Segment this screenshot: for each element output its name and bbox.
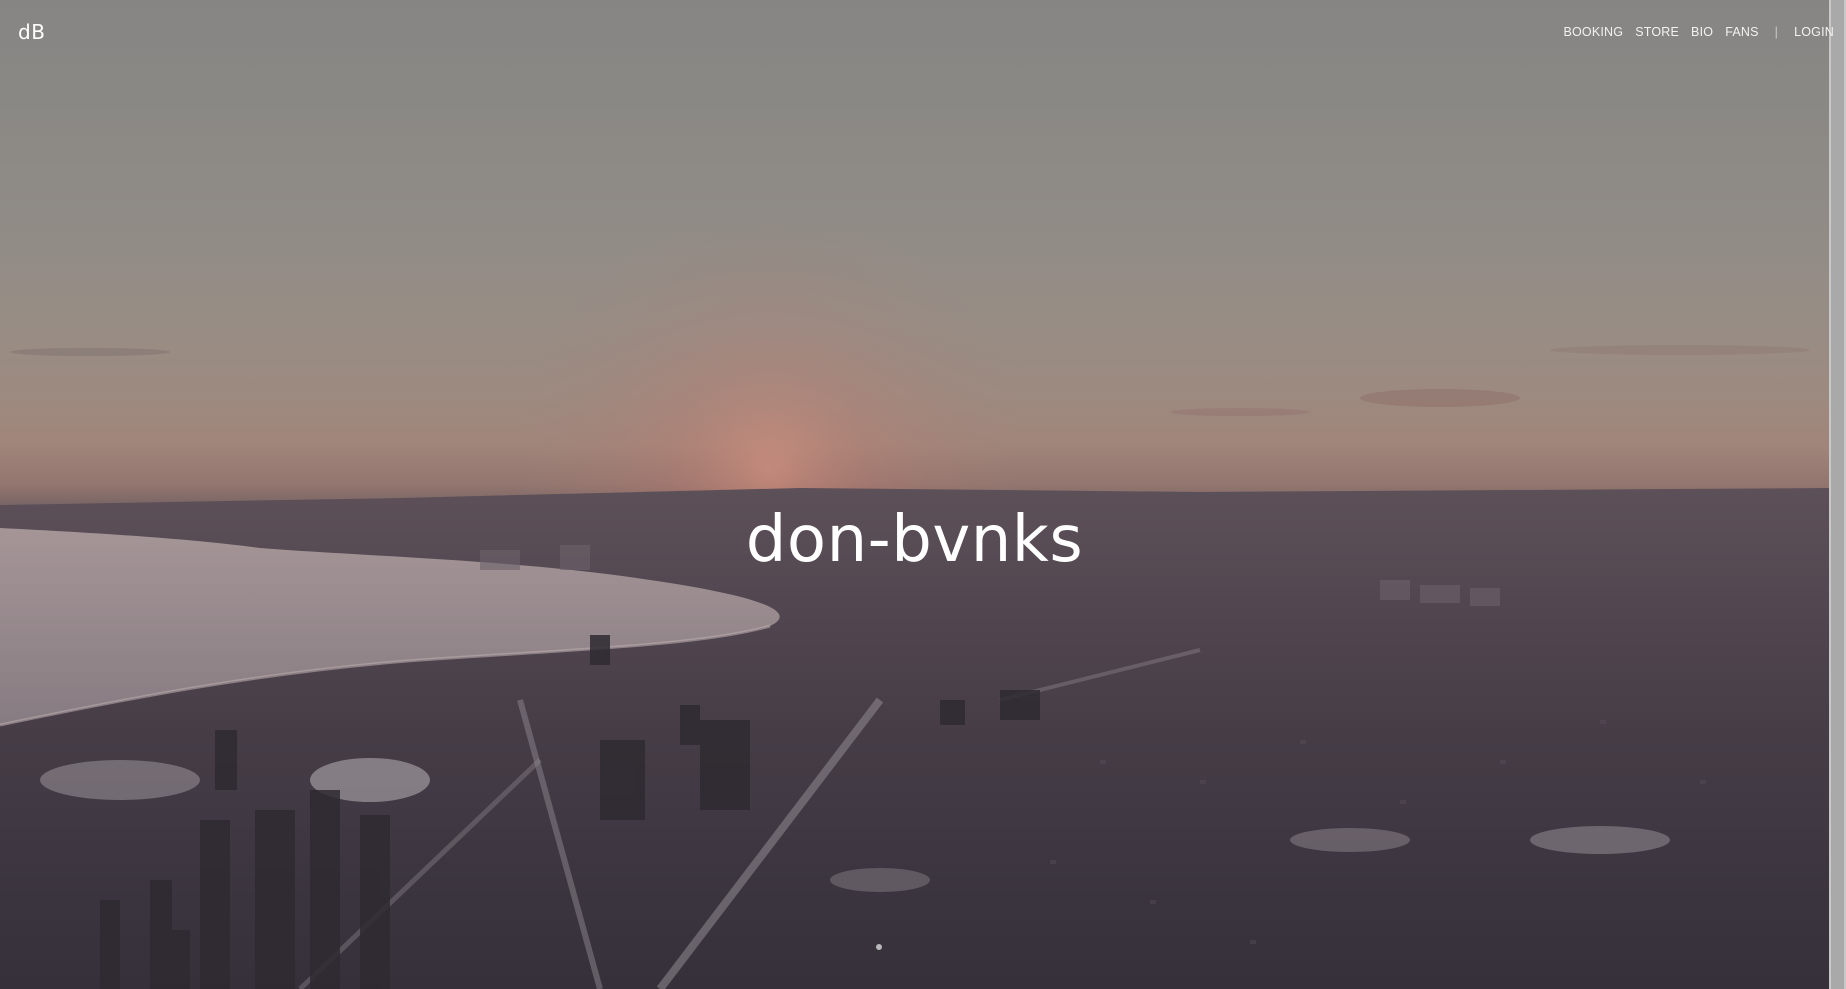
nav-store-link[interactable]: STORE xyxy=(1635,25,1679,39)
main-navigation: BOOKING STORE BIO FANS | LOGIN xyxy=(1563,25,1834,39)
site-logo[interactable]: dB xyxy=(18,20,45,44)
nav-separator: | xyxy=(1774,25,1779,39)
hero-title: don-bvnks xyxy=(745,502,1084,577)
page: dB BOOKING STORE BIO FANS | LOGIN don-bv… xyxy=(0,0,1846,989)
nav-login-link[interactable]: LOGIN xyxy=(1794,25,1834,39)
scrollbar-thumb[interactable] xyxy=(1831,0,1844,989)
hero-background-image xyxy=(0,0,1829,989)
nav-booking-link[interactable]: BOOKING xyxy=(1563,25,1623,39)
city-scene xyxy=(0,200,1829,989)
nav-bio-link[interactable]: BIO xyxy=(1691,25,1713,39)
nav-fans-link[interactable]: FANS xyxy=(1725,25,1758,39)
scrollbar[interactable] xyxy=(1829,0,1846,989)
slide-indicator-dot[interactable] xyxy=(876,944,882,950)
